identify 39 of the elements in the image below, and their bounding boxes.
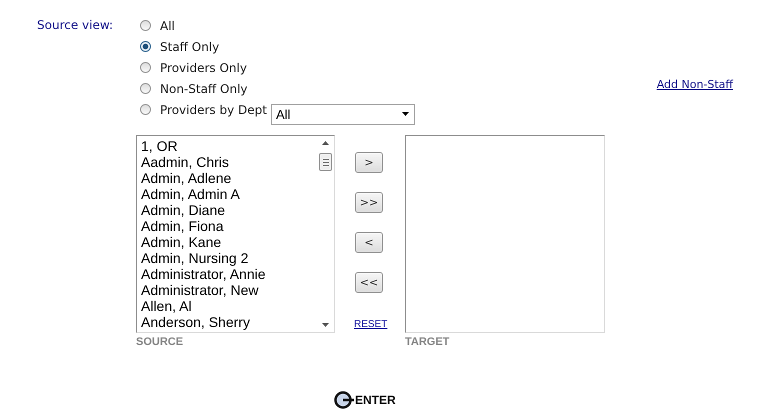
radio-label[interactable]: Non-Staff Only bbox=[160, 82, 248, 96]
caret-icon bbox=[402, 112, 409, 116]
list-item[interactable]: Anderson, Sherry bbox=[141, 314, 317, 330]
list-item[interactable]: Admin, Kane bbox=[141, 234, 317, 250]
scroll-thumb[interactable] bbox=[319, 153, 332, 171]
enter-button[interactable]: ENTER bbox=[334, 391, 396, 409]
add-non-staff-link[interactable]: Add Non-Staff bbox=[656, 78, 733, 91]
enter-icon bbox=[334, 391, 354, 409]
scroll-up-icon[interactable] bbox=[322, 141, 329, 145]
radio-label[interactable]: All bbox=[160, 18, 175, 32]
source-list[interactable]: 1, OR Aadmin, Chris Admin, Adlene Admin, Admin A Admin, Diane Admin, Fiona Admin, Kane Admin, Nursing 2 Administrator, Annie Administrator, New Allen, Al Anderson, Sherry bbox=[136, 135, 335, 333]
radio-button[interactable] bbox=[140, 41, 151, 52]
radio-label[interactable]: Staff Only bbox=[160, 40, 220, 54]
scroll-down-icon[interactable] bbox=[322, 323, 329, 327]
list-item[interactable]: 1, OR bbox=[141, 138, 317, 154]
list-item[interactable]: Admin, Fiona bbox=[141, 218, 317, 234]
list-item[interactable]: Admin, Nursing 2 bbox=[141, 250, 317, 266]
target-caption: TARGET bbox=[405, 336, 450, 348]
list-item[interactable]: Aadmin, Chris bbox=[141, 154, 317, 170]
radio-label[interactable]: Providers Only bbox=[160, 60, 247, 74]
transfer-button[interactable]: >> bbox=[355, 192, 383, 213]
radio-button[interactable] bbox=[140, 83, 151, 94]
list-item[interactable]: Allen, Al bbox=[141, 298, 317, 314]
list-item[interactable]: Administrator, Annie bbox=[141, 266, 317, 282]
source-view-label: Source view: bbox=[37, 17, 114, 34]
transfer-button[interactable]: > bbox=[355, 152, 383, 173]
radio-button[interactable] bbox=[140, 20, 151, 31]
radio-button[interactable] bbox=[140, 104, 151, 115]
radio-label[interactable]: Providers by Dept bbox=[160, 102, 267, 116]
list-item[interactable]: Admin, Adlene bbox=[141, 170, 317, 186]
radio-button[interactable] bbox=[140, 62, 151, 73]
source-caption: SOURCE bbox=[136, 336, 184, 348]
transfer-button[interactable]: < bbox=[355, 232, 383, 253]
list-item[interactable]: Admin, Diane bbox=[141, 202, 317, 218]
department-dropdown[interactable]: All bbox=[270, 104, 415, 124]
list-item[interactable]: Admin, Admin A bbox=[141, 186, 317, 202]
list-item[interactable]: Administrator, New bbox=[141, 282, 317, 298]
reset-link[interactable]: RESET bbox=[354, 319, 385, 330]
transfer-button[interactable]: << bbox=[355, 272, 383, 293]
